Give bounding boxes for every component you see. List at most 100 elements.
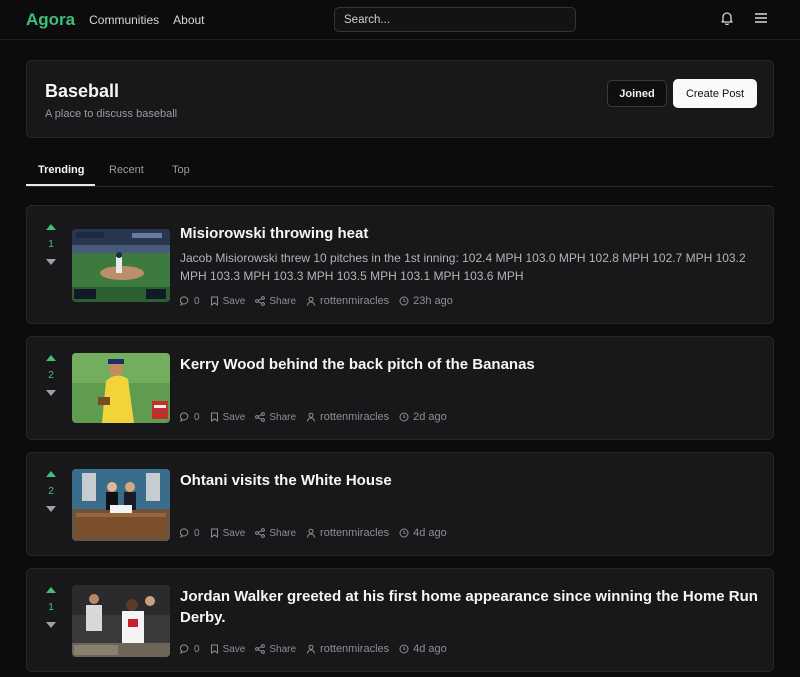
post-title[interactable]: Kerry Wood behind the back pitch of the …	[180, 354, 760, 375]
tab-trending[interactable]: Trending	[38, 164, 84, 176]
post-thumbnail[interactable]	[72, 469, 170, 541]
share-icon	[255, 412, 266, 422]
save-label: Save	[222, 527, 246, 539]
post-time: 2d ago	[399, 411, 447, 423]
share-label: Share	[269, 295, 297, 307]
post-thumbnail[interactable]	[72, 229, 170, 302]
joined-button[interactable]: Joined	[607, 80, 667, 107]
share-label: Share	[269, 527, 297, 539]
search-input[interactable]	[334, 7, 576, 32]
post-meta: 0 Save Share rottenmiracles 23h ago	[180, 295, 453, 307]
nav-link-about[interactable]: About	[173, 13, 204, 27]
share-button[interactable]: Share	[255, 412, 296, 423]
post-card[interactable]: 1 Misiorowski throwing heat Jacob Misior…	[26, 205, 774, 324]
comment-icon	[180, 528, 189, 538]
downvote-icon[interactable]	[46, 390, 56, 396]
tab-recent[interactable]: Recent	[109, 164, 144, 176]
community-description: A place to discuss baseball	[45, 108, 178, 120]
downvote-icon[interactable]	[46, 622, 56, 628]
top-navbar: Agora Communities About	[0, 0, 800, 40]
tab-top[interactable]: Top	[172, 164, 190, 176]
clock-icon	[399, 412, 409, 422]
save-button[interactable]: Save	[210, 643, 246, 655]
share-button[interactable]: Share	[255, 528, 296, 539]
clock-icon	[399, 528, 409, 538]
save-button[interactable]: Save	[210, 411, 246, 423]
vote-count: 1	[48, 238, 54, 250]
upvote-icon[interactable]	[46, 587, 56, 593]
post-meta: 0 Save Share rottenmiracles 4d ago	[180, 527, 447, 539]
comment-count: 0	[194, 643, 200, 655]
community-title: Baseball	[45, 81, 120, 101]
post-title[interactable]: Misiorowski throwing heat	[180, 223, 760, 244]
vote-control: 2	[43, 355, 59, 396]
post-author[interactable]: rottenmiracles	[306, 411, 389, 423]
post-time: 23h ago	[399, 295, 453, 307]
top-icons	[720, 11, 768, 26]
user-icon	[307, 644, 316, 654]
user-icon	[307, 296, 316, 306]
time-ago: 23h ago	[413, 295, 453, 307]
comments-button[interactable]: 0	[180, 296, 200, 307]
time-ago: 4d ago	[413, 643, 447, 655]
sort-tabs: Trending Recent Top	[26, 158, 774, 187]
post-author[interactable]: rottenmiracles	[306, 295, 389, 307]
share-button[interactable]: Share	[255, 296, 296, 307]
post-title[interactable]: Jordan Walker greeted at his first home …	[180, 586, 760, 628]
author-name: rottenmiracles	[320, 411, 390, 423]
comment-count: 0	[194, 411, 200, 423]
comment-icon	[180, 644, 189, 654]
bell-icon[interactable]	[720, 11, 734, 26]
author-name: rottenmiracles	[320, 527, 390, 539]
comment-count: 0	[194, 527, 200, 539]
vote-control: 2	[43, 471, 59, 512]
comments-button[interactable]: 0	[180, 412, 200, 423]
upvote-icon[interactable]	[46, 471, 56, 477]
nav-link-communities[interactable]: Communities	[89, 13, 159, 27]
vote-count: 2	[48, 485, 54, 497]
downvote-icon[interactable]	[46, 506, 56, 512]
save-label: Save	[222, 411, 246, 423]
post-title[interactable]: Ohtani visits the White House	[180, 470, 760, 491]
post-card[interactable]: 2 Ohtani visits the White House 0 Save S…	[26, 452, 774, 556]
post-meta: 0 Save Share rottenmiracles 2d ago	[180, 411, 447, 423]
comment-icon	[180, 296, 189, 306]
post-body: Jacob Misiorowski threw 10 pitches in th…	[180, 251, 746, 283]
active-tab-indicator	[26, 184, 95, 186]
vote-control: 1	[43, 224, 59, 265]
upvote-icon[interactable]	[46, 224, 56, 230]
menu-icon[interactable]	[754, 11, 768, 25]
share-button[interactable]: Share	[255, 644, 296, 655]
post-author[interactable]: rottenmiracles	[306, 527, 389, 539]
comments-button[interactable]: 0	[180, 644, 200, 655]
save-button[interactable]: Save	[210, 296, 245, 307]
time-ago: 2d ago	[413, 411, 447, 423]
time-ago: 4d ago	[413, 527, 447, 539]
post-time: 4d ago	[399, 527, 447, 539]
share-label: Share	[269, 411, 297, 423]
post-thumbnail[interactable]	[72, 585, 170, 657]
clock-icon	[399, 296, 409, 306]
post-time: 4d ago	[399, 643, 447, 655]
create-post-button[interactable]: Create Post	[673, 79, 757, 108]
logo[interactable]: Agora	[26, 10, 75, 30]
post-author[interactable]: rottenmiracles	[306, 643, 389, 655]
upvote-icon[interactable]	[46, 355, 56, 361]
post-card[interactable]: 1 Jordan Walker greeted at his first hom…	[26, 568, 774, 672]
share-icon	[255, 528, 266, 538]
downvote-icon[interactable]	[46, 259, 56, 265]
save-label: Save	[222, 643, 246, 655]
community-header: Baseball A place to discuss baseball Joi…	[26, 60, 774, 138]
post-thumbnail[interactable]	[72, 353, 170, 423]
bookmark-icon	[210, 644, 218, 654]
vote-count: 1	[48, 601, 54, 613]
save-button[interactable]: Save	[210, 527, 246, 539]
share-icon	[255, 296, 266, 306]
user-icon	[307, 528, 316, 538]
comment-icon	[180, 412, 189, 422]
comment-count: 0	[194, 295, 200, 307]
post-card[interactable]: 2 Kerry Wood behind the back pitch of th…	[26, 336, 774, 440]
comments-button[interactable]: 0	[180, 528, 200, 539]
vote-count: 2	[48, 369, 54, 381]
share-label: Share	[269, 643, 297, 655]
